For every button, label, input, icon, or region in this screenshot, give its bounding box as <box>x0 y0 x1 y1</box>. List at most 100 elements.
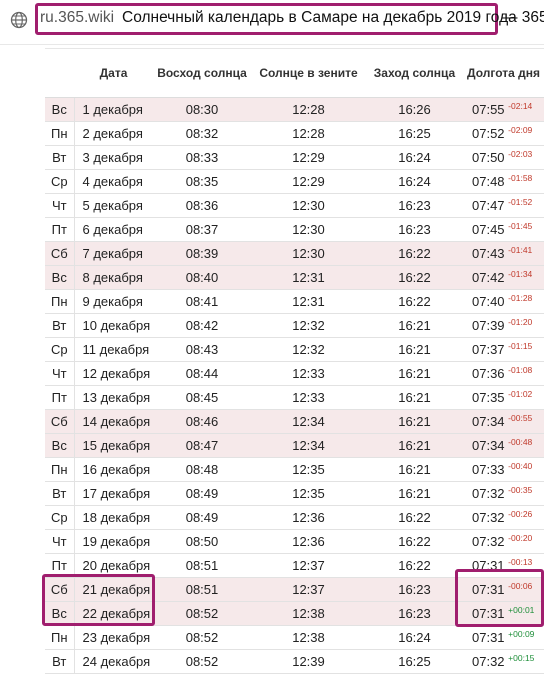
sunrise-cell: 08:44 <box>153 361 251 386</box>
day-length-value: 07:33 <box>472 462 505 477</box>
noon-cell: 12:30 <box>251 217 366 242</box>
day-length-delta: -00:13 <box>508 557 533 567</box>
sunrise-cell: 08:50 <box>153 529 251 554</box>
day-length-value: 07:36 <box>472 366 505 381</box>
table-row: Ср 11 декабря 08:43 12:32 16:21 07:37 -01:15 <box>45 337 544 362</box>
sunset-cell: 16:21 <box>366 481 463 506</box>
noon-cell: 12:28 <box>251 121 366 146</box>
sunrise-cell: 08:43 <box>153 337 251 362</box>
sunrise-cell: 08:37 <box>153 217 251 242</box>
sunset-cell: 16:22 <box>366 265 463 290</box>
sunrise-cell: 08:35 <box>153 169 251 194</box>
day-length-value: 07:50 <box>472 150 505 165</box>
noon-cell: 12:36 <box>251 529 366 554</box>
date-cell: 1 декабря <box>74 97 153 122</box>
day-length-value: 07:47 <box>472 198 505 213</box>
day-length-cell: 07:45 -01:45 <box>463 217 544 242</box>
date-cell: 7 декабря <box>74 241 153 266</box>
sunset-cell: 16:21 <box>366 457 463 482</box>
col-header-noon: Солнце в зените <box>251 48 366 98</box>
day-length-delta: +00:09 <box>508 629 535 639</box>
date-cell: 16 декабря <box>74 457 153 482</box>
sunrise-cell: 08:36 <box>153 193 251 218</box>
sunset-cell: 16:21 <box>366 409 463 434</box>
day-length-cell: 07:36 -01:08 <box>463 361 544 386</box>
day-of-week-cell: Пн <box>45 457 75 482</box>
day-length-cell: 07:39 -01:20 <box>463 313 544 338</box>
table-row: Вт 10 декабря 08:42 12:32 16:21 07:39 -01:20 <box>45 313 544 338</box>
day-length-delta: -01:34 <box>508 269 533 279</box>
sunrise-cell: 08:52 <box>153 625 251 650</box>
col-header-sunrise: Восход солнца <box>153 48 251 98</box>
date-cell: 14 декабря <box>74 409 153 434</box>
title-bar: ru.365.wiki Солнечный календарь в Самаре… <box>0 0 544 45</box>
day-of-week-cell: Ср <box>45 505 75 530</box>
day-of-week-cell: Вс <box>45 601 75 626</box>
day-of-week-cell: Пт <box>45 553 75 578</box>
day-length-value: 07:55 <box>472 102 505 117</box>
globe-icon <box>10 11 28 29</box>
date-cell: 8 декабря <box>74 265 153 290</box>
col-header-day-length: Долгота дня <box>463 48 544 98</box>
date-cell: 3 декабря <box>74 145 153 170</box>
noon-cell: 12:29 <box>251 145 366 170</box>
day-length-cell: 07:55 -02:14 <box>463 97 544 122</box>
sunrise-cell: 08:51 <box>153 553 251 578</box>
sunset-cell: 16:22 <box>366 553 463 578</box>
table-row: Вс 1 декабря 08:30 12:28 16:26 07:55 -02:14 <box>45 97 544 122</box>
date-cell: 21 декабря <box>74 577 153 602</box>
site-domain[interactable]: ru.365.wiki <box>40 9 114 27</box>
day-length-cell: 07:32 -00:26 <box>463 505 544 530</box>
table-row: Сб 21 декабря 08:51 12:37 16:23 07:31 -00:06 <box>45 577 544 602</box>
col-header-sunset: Заход солнца <box>366 48 463 98</box>
day-length-delta: -02:09 <box>508 125 533 135</box>
day-length-value: 07:31 <box>472 630 505 645</box>
day-of-week-cell: Ср <box>45 169 75 194</box>
date-cell: 20 декабря <box>74 553 153 578</box>
day-length-value: 07:37 <box>472 342 505 357</box>
day-of-week-cell: Сб <box>45 409 75 434</box>
table-row: Пн 9 декабря 08:41 12:31 16:22 07:40 -01:28 <box>45 289 544 314</box>
date-cell: 9 декабря <box>74 289 153 314</box>
table-row: Пт 6 декабря 08:37 12:30 16:23 07:45 -01:45 <box>45 217 544 242</box>
noon-cell: 12:34 <box>251 433 366 458</box>
day-length-cell: 07:35 -01:02 <box>463 385 544 410</box>
day-length-cell: 07:37 -01:15 <box>463 337 544 362</box>
sunset-cell: 16:24 <box>366 625 463 650</box>
noon-cell: 12:30 <box>251 241 366 266</box>
sunrise-cell: 08:33 <box>153 145 251 170</box>
sunrise-cell: 08:49 <box>153 505 251 530</box>
day-length-delta: -00:06 <box>508 581 533 591</box>
day-length-delta: -00:35 <box>508 485 533 495</box>
day-length-delta: +00:01 <box>508 605 535 615</box>
date-cell: 11 декабря <box>74 337 153 362</box>
day-length-delta: -01:08 <box>508 365 533 375</box>
day-length-value: 07:32 <box>472 510 505 525</box>
table-row: Вс 22 декабря 08:52 12:38 16:23 07:31 +00:01 <box>45 601 544 626</box>
day-length-cell: 07:48 -01:58 <box>463 169 544 194</box>
sunrise-cell: 08:49 <box>153 481 251 506</box>
day-length-value: 07:42 <box>472 270 505 285</box>
table-row: Ср 18 декабря 08:49 12:36 16:22 07:32 -00:26 <box>45 505 544 530</box>
date-cell: 10 декабря <box>74 313 153 338</box>
sun-calendar-table: Дата Восход солнца Солнце в зените Заход… <box>45 48 544 674</box>
noon-cell: 12:37 <box>251 553 366 578</box>
noon-cell: 12:37 <box>251 577 366 602</box>
page-title: Солнечный календарь в Самаре на декабрь … <box>122 9 517 26</box>
day-length-cell: 07:32 -00:35 <box>463 481 544 506</box>
date-cell: 13 декабря <box>74 385 153 410</box>
day-length-cell: 07:47 -01:52 <box>463 193 544 218</box>
sunset-cell: 16:21 <box>366 433 463 458</box>
noon-cell: 12:31 <box>251 289 366 314</box>
day-length-delta: -00:48 <box>508 437 533 447</box>
sunset-cell: 16:21 <box>366 337 463 362</box>
table-row: Пн 2 декабря 08:32 12:28 16:25 07:52 -02:09 <box>45 121 544 146</box>
date-cell: 5 декабря <box>74 193 153 218</box>
day-length-delta: -01:02 <box>508 389 533 399</box>
table-row: Пн 23 декабря 08:52 12:38 16:24 07:31 +00:09 <box>45 625 544 650</box>
day-length-cell: 07:34 -00:48 <box>463 433 544 458</box>
table-row: Сб 7 декабря 08:39 12:30 16:22 07:43 -01:41 <box>45 241 544 266</box>
table-row: Пн 16 декабря 08:48 12:35 16:21 07:33 -00:40 <box>45 457 544 482</box>
day-of-week-cell: Вс <box>45 433 75 458</box>
sunset-cell: 16:22 <box>366 529 463 554</box>
